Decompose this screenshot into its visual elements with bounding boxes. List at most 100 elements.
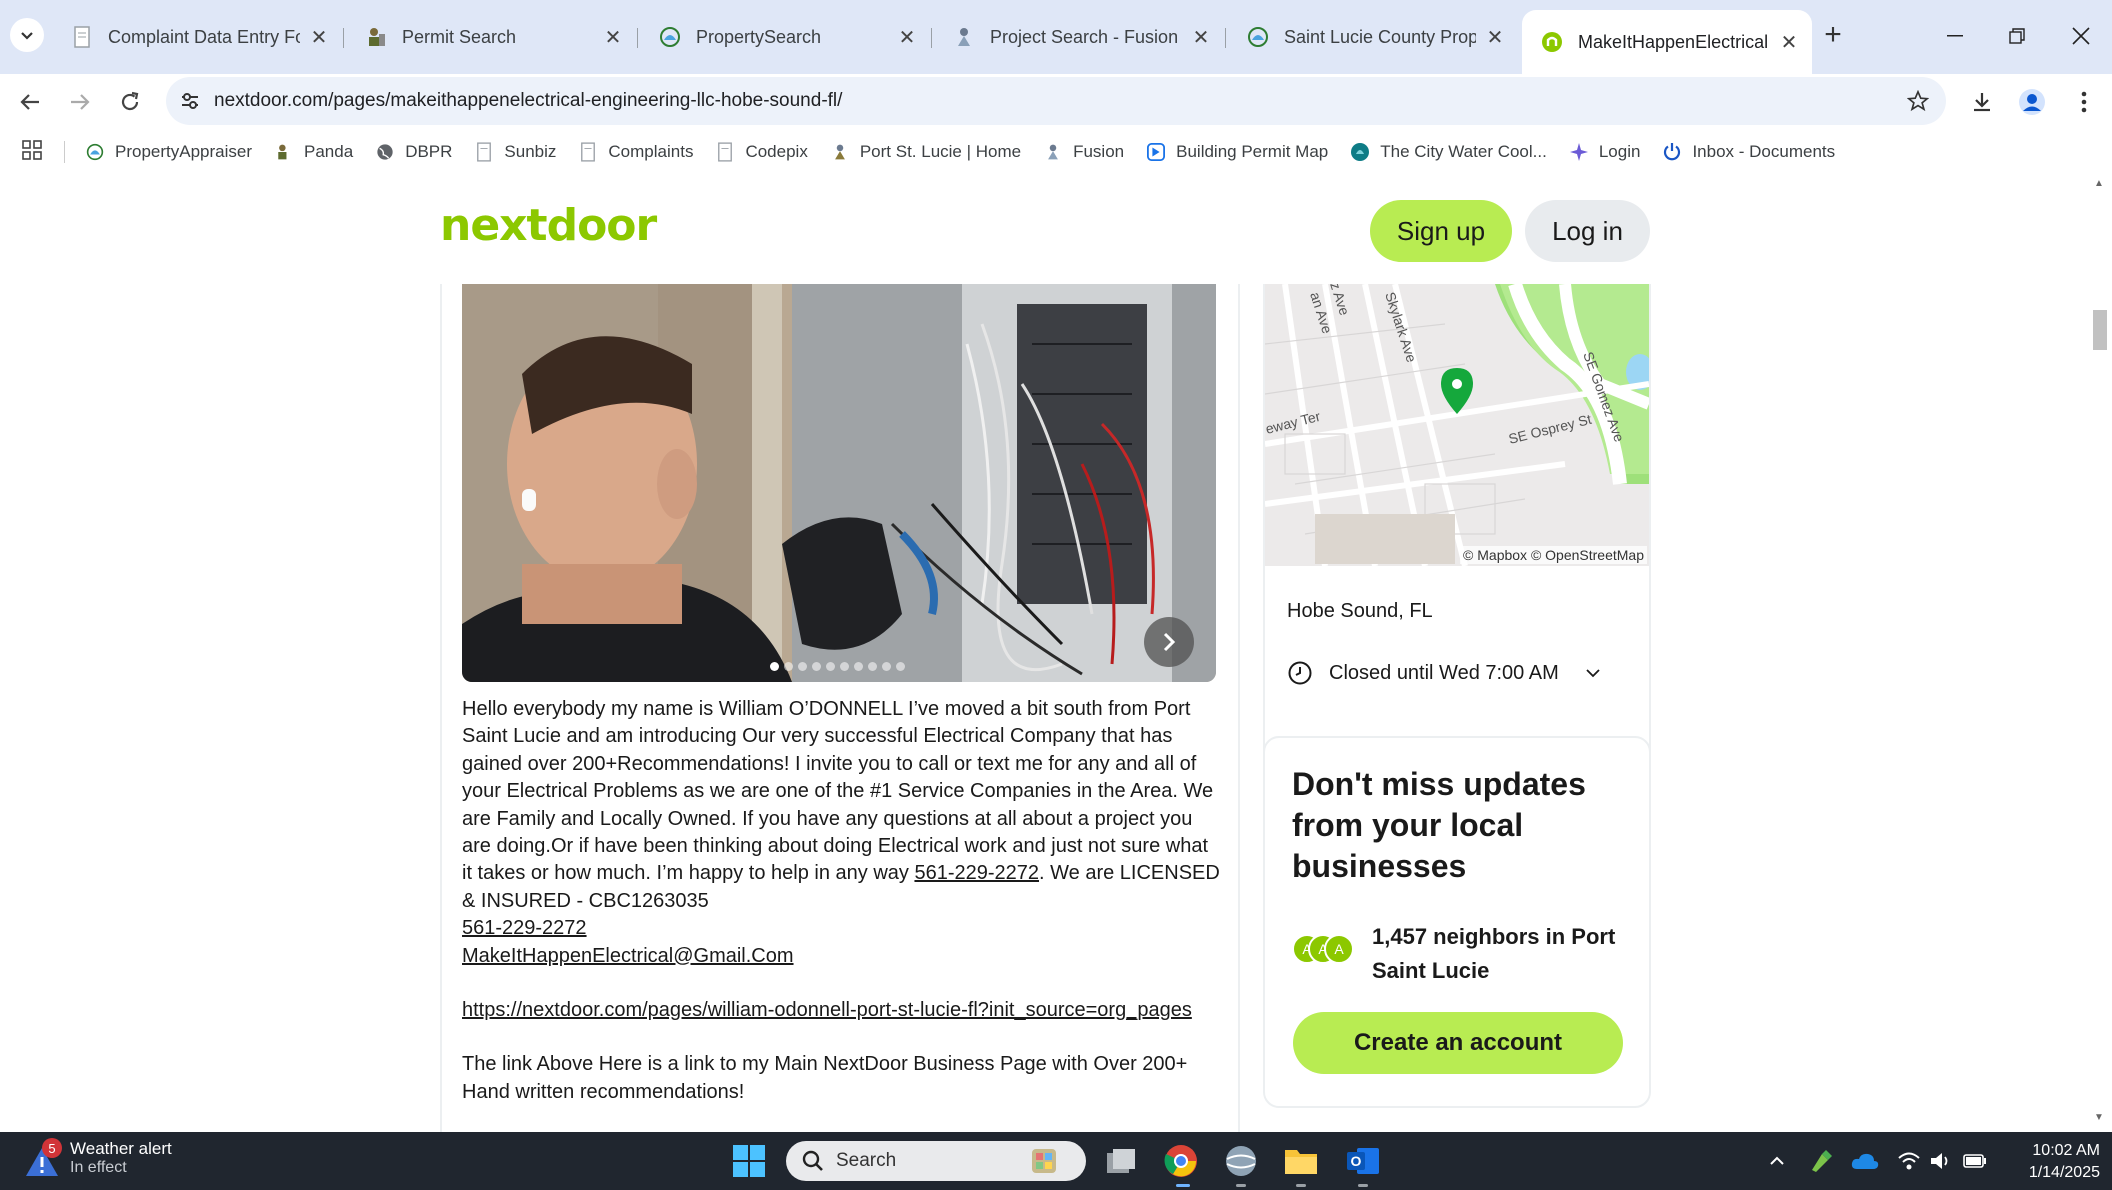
chevron-down-icon [1586,669,1600,678]
apps-grid-icon[interactable] [22,139,42,165]
search-icon [802,1150,823,1171]
weather-subtitle: In effect [70,1159,127,1176]
map-app-icon [1146,142,1166,162]
reload-button[interactable] [110,82,150,122]
taskbar-chrome[interactable] [1160,1140,1202,1182]
scrollbar-thumb[interactable] [2093,310,2107,350]
scroll-down-arrow-icon[interactable]: ▼ [2094,1112,2104,1123]
new-tab-button[interactable]: + [1816,18,1850,52]
weather-widget[interactable]: 5 Weather alert In effect [24,1138,172,1178]
restore-button[interactable] [1992,14,2042,58]
page-scrollbar[interactable]: ▲ ▼ [2088,172,2112,1132]
phone-link[interactable]: 561-229-2272 [462,917,587,939]
wifi-icon [1898,1152,1920,1170]
tab-close-icon[interactable]: ✕ [308,26,330,49]
tray-overflow-button[interactable] [1762,1146,1792,1176]
carousel-dot[interactable] [798,662,807,671]
bookmark-codepix[interactable]: Codepix [715,142,808,162]
tab-property-search[interactable]: PropertySearch ✕ [640,10,930,64]
bookmark-label: PropertyAppraiser [115,142,253,161]
site-info-icon[interactable] [166,92,214,110]
taskbar-outlook[interactable]: O [1342,1140,1384,1182]
carousel-dot[interactable] [770,662,779,671]
tab-saint-lucie-property[interactable]: Saint Lucie County Propert ✕ [1228,10,1518,64]
speaker-icon [1931,1153,1948,1169]
close-window-button[interactable] [2056,14,2106,58]
chevron-right-icon [1163,632,1176,652]
search-highlight-icon [1032,1149,1056,1173]
start-button[interactable] [728,1140,770,1182]
tab-close-icon[interactable]: ✕ [896,26,918,49]
carousel-dot[interactable] [882,662,891,671]
taskbar-file-explorer[interactable] [1280,1140,1322,1182]
carousel-dot[interactable] [896,662,905,671]
tab-title: Permit Search [402,26,517,47]
tab-title: MakeItHappenElectrical & [1578,31,1770,52]
signup-button[interactable]: Sign up [1370,200,1512,262]
tab-close-icon[interactable]: ✕ [1778,31,1800,54]
nextdoor-logo[interactable]: nextdoor [440,200,657,251]
bookmark-building-permit-map[interactable]: Building Permit Map [1146,142,1328,162]
wifi-tray-icon[interactable] [1894,1146,1924,1176]
tab-close-icon[interactable]: ✕ [602,26,624,49]
bookmark-login[interactable]: Login [1569,142,1640,162]
browser-menu-button[interactable] [2064,82,2104,122]
tab-search-button[interactable] [10,18,44,52]
bookmark-fusion[interactable]: Fusion [1043,142,1124,162]
minimize-button[interactable] [1930,14,1980,58]
bookmark-sunbiz[interactable]: Sunbiz [474,142,556,162]
bookmark-inbox-documents[interactable]: Inbox - Documents [1662,142,1835,162]
carousel-dot[interactable] [868,662,877,671]
forward-button[interactable] [60,82,100,122]
pen-tool-icon [1812,1150,1832,1172]
address-bar[interactable]: nextdoor.com/pages/makeithappenelectrica… [166,77,1946,125]
tray-app-icon[interactable] [1806,1146,1836,1176]
tab-makeithappen-active[interactable]: MakeItHappenElectrical & ✕ [1522,10,1812,74]
running-indicator [1236,1184,1246,1187]
task-view-button[interactable] [1100,1140,1142,1182]
tab-permit-search[interactable]: Permit Search ✕ [346,10,636,64]
scroll-up-arrow-icon[interactable]: ▲ [2094,178,2104,189]
running-indicator [1358,1184,1368,1187]
clock-icon [1288,661,1312,685]
login-button[interactable]: Log in [1525,200,1650,262]
carousel-next-button[interactable] [1144,617,1194,667]
bookmark-city-water-cooler[interactable]: The City Water Cool... [1350,142,1547,162]
tab-complaint-form[interactable]: Complaint Data Entry Form ✕ [52,10,342,64]
back-button[interactable] [10,82,50,122]
outlook-icon: O [1347,1148,1379,1174]
carousel-dot[interactable] [826,662,835,671]
phone-link-inline[interactable]: 561-229-2272 [914,862,1039,884]
profile-button[interactable] [2012,82,2052,122]
main-page-link[interactable]: https://nextdoor.com/pages/william-odonn… [462,999,1192,1021]
bookmark-port-st-lucie[interactable]: Port St. Lucie | Home [830,142,1021,162]
onedrive-tray-icon[interactable] [1850,1146,1880,1176]
carousel-dot[interactable] [784,662,793,671]
weather-badge: 5 [42,1138,62,1158]
bookmark-complaints[interactable]: Complaints [578,142,693,162]
battery-tray-icon[interactable] [1960,1146,1990,1176]
tab-close-icon[interactable]: ✕ [1190,26,1212,49]
create-account-button[interactable]: Create an account [1293,1012,1623,1074]
task-view-icon [1107,1149,1135,1173]
downloads-button[interactable] [1962,82,2002,122]
running-indicator [1176,1184,1190,1187]
tab-project-search[interactable]: Project Search - Fusion ✕ [934,10,1224,64]
taskbar-app-2[interactable] [1220,1140,1262,1182]
location-map[interactable]: SE Osprey St SE Gomez Ave Skylark Ave ew… [1265,284,1649,566]
carousel-dot[interactable] [840,662,849,671]
volume-tray-icon[interactable] [1926,1146,1956,1176]
bookmark-panda[interactable]: Panda [274,142,353,162]
bookmark-propertyappraiser[interactable]: PropertyAppraiser [85,142,252,162]
taskbar-search[interactable]: Search [786,1141,1086,1181]
email-link[interactable]: MakeItHappenElectrical@Gmail.Com [462,945,794,967]
business-photo[interactable] [462,284,1216,682]
tab-close-icon[interactable]: ✕ [1484,26,1506,49]
system-clock[interactable]: 10:02 AM 1/14/2025 [2010,1140,2100,1184]
carousel-dot[interactable] [812,662,821,671]
bookmark-star-icon[interactable] [1890,90,1946,112]
bookmark-dbpr[interactable]: DBPR [375,142,452,162]
carousel-dot[interactable] [854,662,863,671]
map-attribution[interactable]: © Mapbox © OpenStreetMap [1460,546,1647,564]
business-hours[interactable]: Closed until Wed 7:00 AM [1287,660,1601,686]
